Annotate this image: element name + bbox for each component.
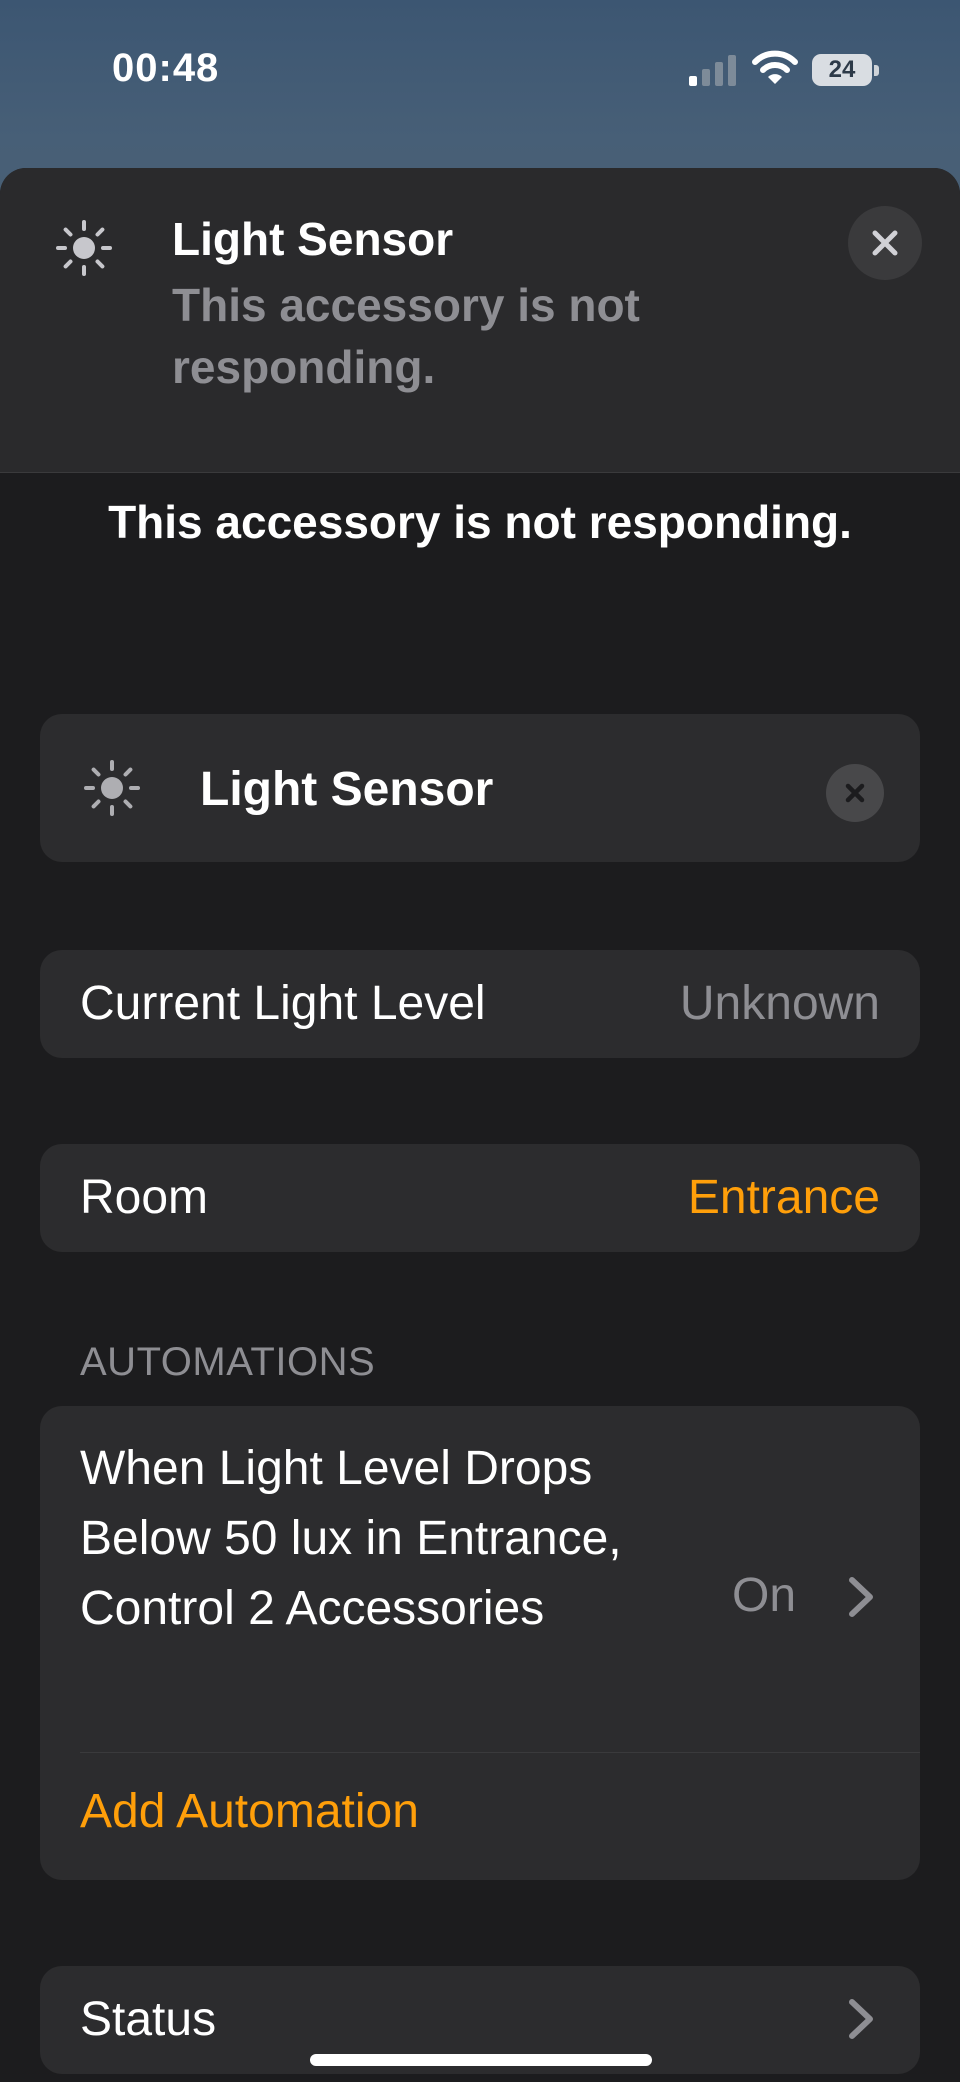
close-button[interactable] <box>848 206 922 280</box>
chevron-right-icon <box>849 1999 873 2039</box>
banner-subtitle: This accessory is not responding. <box>172 279 640 393</box>
automation-state: On <box>732 1569 797 1622</box>
home-indicator[interactable] <box>310 2054 652 2066</box>
divider <box>80 1752 920 1753</box>
add-automation-button[interactable]: Add Automation <box>80 1784 419 1839</box>
accessory-name-field[interactable]: Light Sensor <box>40 714 920 862</box>
not-responding-notice: This accessory is not responding. <box>108 496 852 548</box>
current-light-level-value: Unknown <box>679 977 880 1030</box>
status-label: Status <box>80 1993 217 2046</box>
current-light-level-label: Current Light Level <box>80 977 486 1030</box>
light-sensor-icon <box>84 760 140 816</box>
status-bar: 00:48 24 <box>0 0 960 140</box>
banner-title: Light Sensor <box>172 213 454 265</box>
wifi-icon <box>752 50 798 84</box>
cellular-signal-icon <box>689 55 736 86</box>
status-time: 00:48 <box>112 46 220 90</box>
battery-icon: 24 <box>812 54 880 86</box>
clear-name-button[interactable] <box>826 764 884 822</box>
room-row[interactable]: Room Entrance <box>40 1144 920 1252</box>
chevron-right-icon[interactable] <box>846 1574 876 1620</box>
clear-icon <box>845 783 865 803</box>
room-value[interactable]: Entrance <box>688 1170 880 1225</box>
automation-description[interactable]: When Light Level Drops Below 50 lux in E… <box>80 1434 730 1644</box>
accessory-banner: Light Sensor This accessory is not respo… <box>0 168 960 473</box>
accessory-name[interactable]: Light Sensor <box>200 762 493 817</box>
room-label: Room <box>80 1171 209 1224</box>
accessory-detail-sheet: Light Sensor This accessory is not respo… <box>0 168 960 2082</box>
close-icon <box>872 230 898 256</box>
automations-header: AUTOMATIONS <box>80 1340 376 1384</box>
current-light-level-row: Current Light Level Unknown <box>40 950 920 1058</box>
automations-list: When Light Level Drops Below 50 lux in E… <box>40 1406 920 1880</box>
light-sensor-icon <box>56 220 112 276</box>
battery-level: 24 <box>812 54 872 86</box>
battery-tip <box>874 65 879 76</box>
